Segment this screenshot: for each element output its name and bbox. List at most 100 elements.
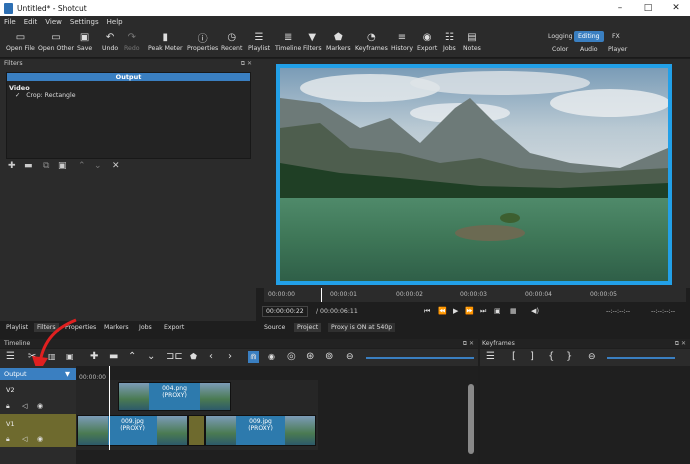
ripple-markers-icon[interactable]: ⊚ bbox=[325, 351, 333, 363]
ripple-icon[interactable]: ◎ bbox=[287, 351, 296, 363]
keyframes-area[interactable] bbox=[480, 366, 690, 464]
menu-help[interactable]: Help bbox=[107, 18, 123, 26]
export-button[interactable]: ◉ Export bbox=[417, 31, 437, 53]
filter-enabled-checkbox[interactable]: ✓ bbox=[15, 92, 20, 99]
undo-button[interactable]: ↶ Undo bbox=[102, 31, 118, 53]
visibility-icon[interactable]: ◉ bbox=[37, 402, 43, 410]
menu-settings[interactable]: Settings bbox=[70, 18, 99, 26]
toggle-zoom-icon[interactable]: ▣ bbox=[494, 307, 501, 315]
save-button[interactable]: ▣ Save bbox=[77, 31, 92, 53]
menu-edit[interactable]: Edit bbox=[24, 18, 38, 26]
open-other-button[interactable]: ▭ Open Other bbox=[38, 31, 74, 53]
minimize-icon[interactable]: – bbox=[606, 3, 634, 13]
overwrite-icon[interactable]: ⌄ bbox=[147, 351, 155, 363]
panel-float-close-icons[interactable]: ⧉ ✕ bbox=[675, 340, 686, 348]
timeline-button[interactable]: ≣ Timeline bbox=[275, 31, 301, 53]
close-icon[interactable]: ✕ bbox=[662, 3, 690, 13]
scrub-icon[interactable]: ◉ bbox=[268, 351, 275, 363]
previous-marker-icon[interactable]: ‹ bbox=[209, 351, 213, 363]
play-icon[interactable]: ▶ bbox=[453, 307, 458, 315]
zoom-out-icon[interactable]: ⊖ bbox=[588, 351, 596, 363]
clip-009-b[interactable]: 009.jpg (PROXY) bbox=[205, 415, 316, 446]
marker-icon[interactable]: ⬟ bbox=[190, 351, 197, 363]
history-button[interactable]: ≡ History bbox=[391, 31, 413, 53]
remove-filter-button[interactable]: ▬ bbox=[24, 161, 33, 171]
timeline-gap[interactable] bbox=[188, 415, 205, 446]
copy-filter-button[interactable]: ⧉ bbox=[43, 161, 49, 171]
layout-player-button[interactable]: Player bbox=[604, 44, 631, 55]
keyframes-button[interactable]: ◔ Keyframes bbox=[355, 31, 388, 53]
tab-export[interactable]: Export bbox=[164, 324, 184, 331]
filters-button[interactable]: ▼ Filters bbox=[303, 31, 322, 53]
shotcut-logo-icon bbox=[4, 2, 13, 14]
ease-out-icon[interactable]: } bbox=[566, 351, 572, 363]
timeline-vertical-scrollbar[interactable] bbox=[468, 384, 474, 454]
keyframes-zoom-slider[interactable] bbox=[607, 357, 675, 359]
ease-in-icon[interactable]: { bbox=[548, 351, 554, 363]
timecode-ruler[interactable]: 00:00:00 00:00:01 00:00:02 00:00:03 00:0… bbox=[264, 288, 686, 302]
notes-button[interactable]: ▤ Notes bbox=[463, 31, 481, 53]
proxy-status-message: Proxy is ON at 540p bbox=[328, 323, 396, 332]
snap-icon[interactable]: ⋒ bbox=[248, 351, 259, 363]
mute-icon[interactable]: ◁ bbox=[22, 402, 27, 410]
previous-keyframe-icon[interactable]: [ bbox=[512, 351, 516, 363]
tab-playlist[interactable]: Playlist bbox=[6, 324, 28, 331]
clip-009-a[interactable]: 009.jpg (PROXY) bbox=[77, 415, 188, 446]
open-file-button[interactable]: ▭ Open File bbox=[6, 31, 35, 53]
add-filter-button[interactable]: ✚ bbox=[8, 161, 16, 171]
skip-previous-icon[interactable]: ⏮ bbox=[424, 307, 430, 316]
layout-editing-button[interactable]: Editing bbox=[574, 31, 604, 42]
split-icon[interactable]: ⊐⊏ bbox=[166, 351, 183, 363]
lock-icon[interactable]: 🔒︎ bbox=[6, 435, 10, 444]
lock-icon[interactable]: 🔒︎ bbox=[6, 402, 10, 411]
layout-fx-button[interactable]: FX bbox=[608, 31, 624, 42]
panel-float-close-icons[interactable]: ⧉ ✕ bbox=[241, 60, 252, 68]
timeline-menu-icon[interactable]: ☰ bbox=[6, 351, 15, 363]
panel-float-close-icons[interactable]: ⧉ ✕ bbox=[463, 340, 474, 348]
position-timecode[interactable]: 00:00:00:22 bbox=[262, 306, 308, 317]
tab-jobs[interactable]: Jobs bbox=[139, 324, 152, 331]
filter-item[interactable]: ✓ Crop: Rectangle bbox=[7, 92, 250, 99]
fast-forward-icon[interactable]: ⏩ bbox=[465, 307, 474, 315]
tab-markers[interactable]: Markers bbox=[104, 324, 129, 331]
next-keyframe-icon[interactable]: ] bbox=[530, 351, 534, 363]
ripple-delete-icon[interactable]: ▬ bbox=[109, 351, 118, 363]
playlist-button[interactable]: ☰ Playlist bbox=[248, 31, 270, 53]
volume-icon[interactable]: ◀) bbox=[531, 307, 539, 315]
clip-004[interactable]: 004.png (PROXY) bbox=[118, 382, 231, 411]
skip-next-icon[interactable]: ⏭ bbox=[480, 307, 486, 316]
keyframes-menu-icon[interactable]: ☰ bbox=[486, 351, 495, 363]
markers-button[interactable]: ⬟ Markers bbox=[326, 31, 351, 53]
next-marker-icon[interactable]: › bbox=[228, 351, 232, 363]
layout-color-button[interactable]: Color bbox=[548, 44, 572, 55]
menu-view[interactable]: View bbox=[45, 18, 62, 26]
deselect-filter-button[interactable]: ✕ bbox=[112, 161, 120, 171]
mute-icon[interactable]: ◁ bbox=[22, 435, 27, 443]
lift-icon[interactable]: ⌃ bbox=[128, 351, 136, 363]
properties-button[interactable]: ⓘ Properties bbox=[187, 31, 218, 53]
video-preview[interactable] bbox=[276, 64, 672, 285]
redo-button[interactable]: ↷ Redo bbox=[124, 31, 140, 53]
paste-filter-button[interactable]: ▣ bbox=[58, 161, 67, 171]
move-filter-up-button[interactable]: ⌃ bbox=[78, 161, 86, 171]
timeline-output-header[interactable]: Output ▼ bbox=[0, 368, 76, 380]
recent-button[interactable]: ◷ Recent bbox=[221, 31, 242, 53]
ruler-playhead[interactable] bbox=[321, 288, 322, 302]
timeline-zoom-slider[interactable] bbox=[366, 357, 474, 359]
zoom-out-icon[interactable]: ⊖ bbox=[346, 351, 354, 363]
layout-logging-button[interactable]: Logging bbox=[544, 31, 577, 42]
rewind-icon[interactable]: ⏪ bbox=[438, 307, 447, 315]
timeline-playhead[interactable] bbox=[109, 366, 110, 450]
layout-audio-button[interactable]: Audio bbox=[576, 44, 602, 55]
peak-meter-button[interactable]: ▮ Peak Meter bbox=[148, 31, 183, 53]
tab-project[interactable]: Project bbox=[294, 323, 322, 332]
ripple-all-icon[interactable]: ⊛ bbox=[306, 351, 314, 363]
maximize-icon[interactable]: □ bbox=[634, 3, 662, 13]
move-filter-down-button[interactable]: ⌄ bbox=[94, 161, 102, 171]
append-icon[interactable]: ✚ bbox=[90, 351, 98, 363]
menu-file[interactable]: File bbox=[4, 18, 16, 26]
jobs-button[interactable]: ☷ Jobs bbox=[443, 31, 456, 53]
toggle-grid-icon[interactable]: ▦ bbox=[510, 307, 517, 315]
visibility-icon[interactable]: ◉ bbox=[37, 435, 43, 443]
tab-source[interactable]: Source bbox=[264, 324, 285, 331]
